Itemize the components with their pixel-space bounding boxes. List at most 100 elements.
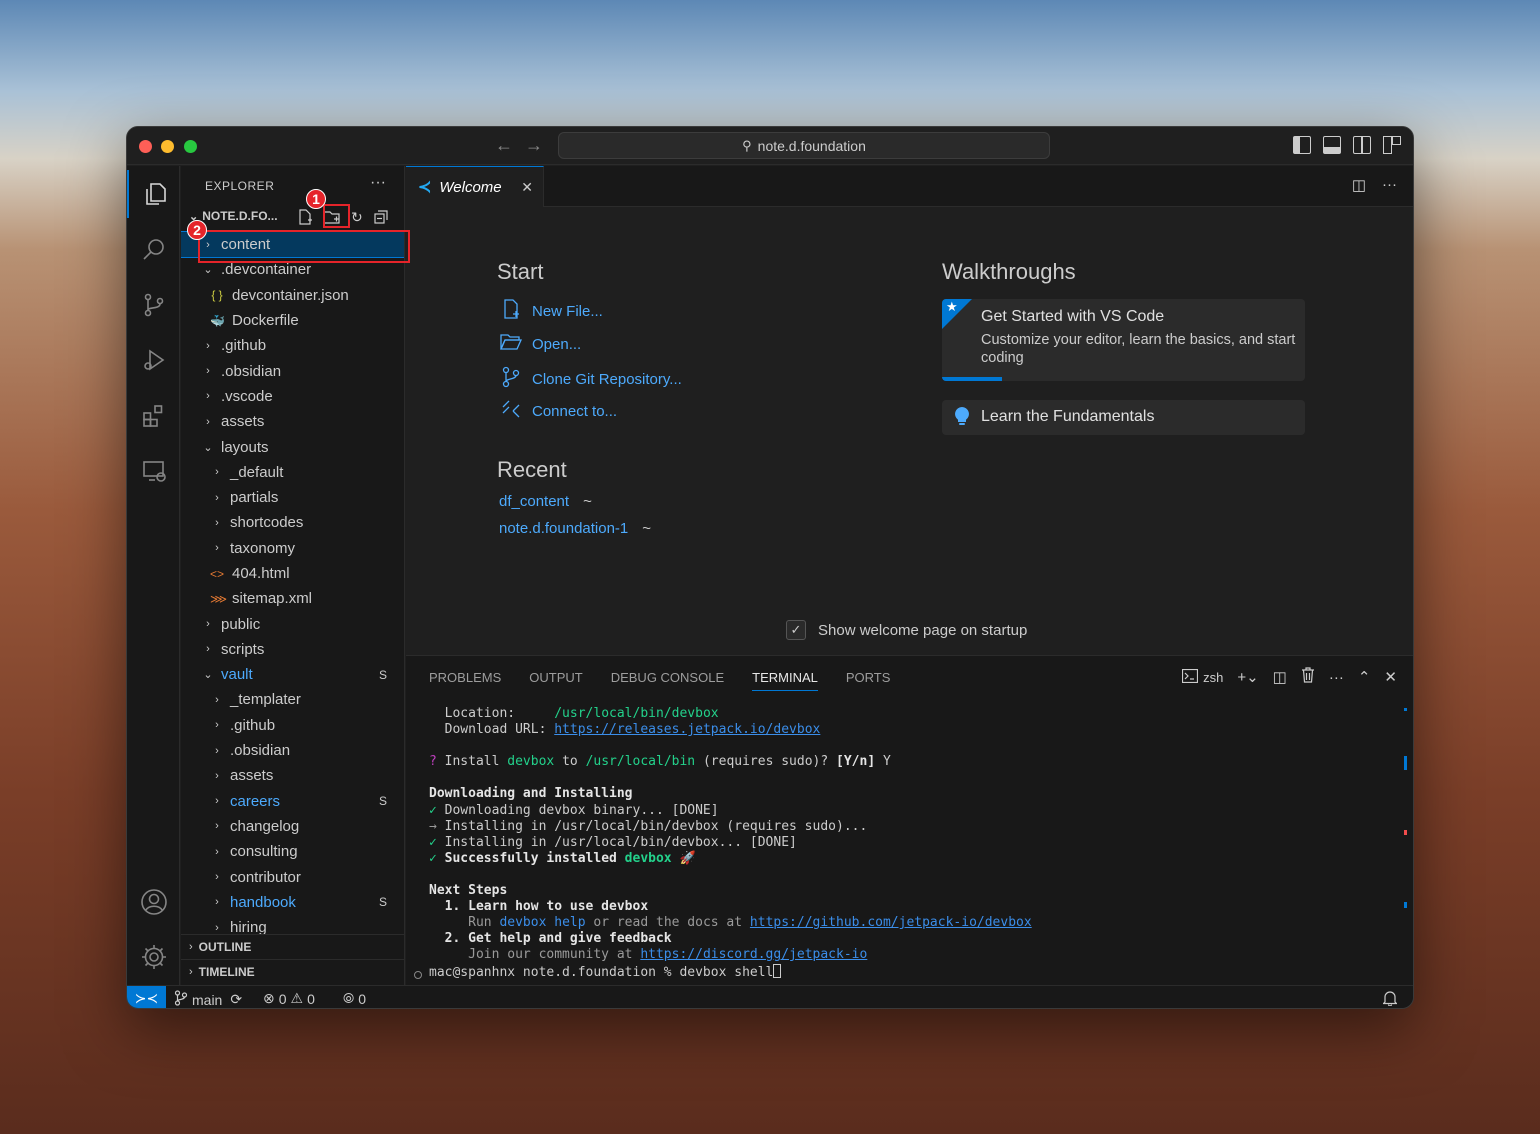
ports-indicator[interactable]: ⦾ 0	[343, 990, 366, 1007]
bottom-panel: PROBLEMS OUTPUT DEBUG CONSOLE TERMINAL P…	[406, 655, 1413, 985]
term-link[interactable]: https://github.com/jetpack-io/devbox	[750, 915, 1032, 930]
remote-indicator-icon[interactable]: ≻≺	[127, 986, 166, 1008]
tab-problems[interactable]: PROBLEMS	[429, 670, 501, 691]
tree-item[interactable]: › shortcodes	[181, 510, 404, 535]
tab-debug-console[interactable]: DEBUG CONSOLE	[611, 670, 724, 691]
tab-terminal[interactable]: TERMINAL	[752, 670, 818, 691]
clone-repo-link[interactable]: Clone Git Repository...	[500, 366, 682, 393]
branch-indicator[interactable]: main ⟳	[174, 990, 242, 1008]
recent-item-note-d-foundation-1[interactable]: note.d.foundation-1 ~	[499, 520, 651, 537]
zoom-window-button[interactable]	[184, 140, 197, 153]
tree-item[interactable]: <> 404.html	[181, 561, 404, 586]
split-terminal-icon[interactable]: ◫	[1273, 668, 1287, 686]
tree-item[interactable]: › assets	[181, 409, 404, 434]
terminal-output[interactable]: Location: /usr/local/bin/devbox Download…	[429, 706, 1389, 981]
term-text: to	[554, 754, 586, 770]
tree-item[interactable]: › .obsidian	[181, 738, 404, 763]
outline-section[interactable]: › OUTLINE	[181, 934, 404, 959]
connect-to-link[interactable]: Connect to...	[500, 399, 617, 424]
tree-item-label: changelog	[230, 817, 300, 835]
collapse-all-icon[interactable]	[373, 209, 389, 228]
activity-bar	[127, 166, 180, 985]
source-control-icon[interactable]	[127, 281, 180, 329]
tree-item[interactable]: › changelog	[181, 814, 404, 839]
tree-item[interactable]: 🐳 Dockerfile	[181, 308, 404, 333]
forward-arrow-icon[interactable]: →	[525, 135, 543, 156]
walkthrough-learn-fundamentals[interactable]: Learn the Fundamentals	[942, 400, 1305, 435]
explorer-more-icon[interactable]: ···	[370, 174, 386, 192]
tree-item[interactable]: ⋙ sitemap.xml	[181, 586, 404, 611]
tree-item[interactable]: ⌄ layouts	[181, 434, 404, 459]
term-prompt: mac@spanhnx note.d.foundation % devbox s…	[429, 964, 774, 980]
close-window-button[interactable]	[139, 140, 152, 153]
tree-item[interactable]: › taxonomy	[181, 536, 404, 561]
tree-item[interactable]: › _templater	[181, 687, 404, 712]
new-terminal-icon[interactable]: +⌄	[1237, 668, 1258, 686]
toggle-primary-sidebar-icon[interactable]	[1293, 136, 1311, 154]
tree-item-label: contributor	[230, 868, 301, 886]
new-file-link[interactable]: New File...	[500, 299, 603, 324]
new-file-icon[interactable]	[297, 209, 313, 228]
close-panel-icon[interactable]: ✕	[1384, 668, 1397, 686]
maximize-panel-icon[interactable]: ⌃	[1358, 668, 1371, 686]
editor-more-icon[interactable]: ···	[1382, 176, 1397, 194]
tree-item[interactable]: › .vscode	[181, 384, 404, 409]
tree-item[interactable]: › careers S	[181, 789, 404, 814]
tab-output[interactable]: OUTPUT	[529, 670, 582, 691]
term-link[interactable]: https://discord.gg/jetpack-io	[640, 947, 867, 962]
sync-icon[interactable]: ⟳	[230, 991, 242, 1008]
tree-item[interactable]: › public	[181, 611, 404, 636]
open-link[interactable]: Open...	[499, 333, 581, 356]
tree-item-label: sitemap.xml	[232, 590, 313, 608]
accounts-icon[interactable]	[127, 878, 180, 926]
tree-item-label: _templater	[230, 691, 301, 709]
startup-checkbox[interactable]: ✓	[786, 620, 806, 640]
show-on-startup[interactable]: ✓ Show welcome page on startup	[786, 620, 1027, 640]
toggle-panel-icon[interactable]	[1323, 136, 1341, 154]
tree-item[interactable]: › scripts	[181, 637, 404, 662]
welcome-page: Start New File... Open... Clone Git Repo…	[406, 207, 1413, 655]
back-arrow-icon[interactable]: ←	[495, 135, 513, 156]
chevron-right-icon: ›	[206, 365, 210, 378]
notifications-bell-icon[interactable]	[1383, 990, 1397, 1006]
tab-ports[interactable]: PORTS	[846, 670, 891, 691]
tree-item[interactable]: › _default	[181, 460, 404, 485]
refresh-icon[interactable]: ↻	[351, 209, 363, 228]
recent-item-df-content[interactable]: df_content ~	[499, 493, 592, 510]
problems-indicator[interactable]: ⊗ 0 ⚠ 0	[263, 990, 315, 1007]
walkthrough-get-started[interactable]: ★ Get Started with VS Code Customize you…	[942, 299, 1305, 381]
panel-more-icon[interactable]: ···	[1329, 669, 1344, 686]
command-center-search[interactable]: ⚲ note.d.foundation	[558, 132, 1050, 159]
run-debug-icon[interactable]	[127, 336, 180, 384]
tree-item[interactable]: › .github	[181, 333, 404, 358]
search-icon[interactable]	[127, 226, 180, 274]
tree-item[interactable]: ⌄ vault S	[181, 662, 404, 687]
term-text: (requires sudo)?	[695, 754, 837, 770]
manage-gear-icon[interactable]	[127, 933, 180, 981]
split-editor-icon[interactable]: ◫	[1352, 176, 1366, 194]
recent-path: ~	[642, 520, 652, 537]
term-link[interactable]: https://releases.jetpack.io/devbox	[554, 722, 820, 737]
tree-item[interactable]: › .obsidian	[181, 358, 404, 383]
close-icon[interactable]: ✕	[521, 179, 533, 196]
tree-item[interactable]: › contributor	[181, 864, 404, 889]
remote-explorer-icon[interactable]	[127, 447, 180, 495]
tree-item[interactable]: › partials	[181, 485, 404, 510]
tree-item-label: .vscode	[221, 387, 273, 405]
warning-count: 0	[307, 990, 315, 1007]
tree-item[interactable]: { } devcontainer.json	[181, 283, 404, 308]
toggle-secondary-sidebar-icon[interactable]	[1353, 136, 1371, 154]
explorer-icon[interactable]	[127, 170, 180, 218]
customize-layout-icon[interactable]	[1383, 136, 1401, 154]
timeline-section[interactable]: › TIMELINE	[181, 959, 404, 984]
extensions-icon[interactable]	[127, 392, 180, 440]
tab-welcome[interactable]: ≺ Welcome ✕	[406, 166, 544, 207]
tree-item[interactable]: › handbook S	[181, 890, 404, 915]
tree-item[interactable]: › assets	[181, 763, 404, 788]
terminal-shell-selector[interactable]: zsh	[1181, 668, 1223, 686]
minimize-window-button[interactable]	[161, 140, 174, 153]
tree-item[interactable]: › consulting	[181, 839, 404, 864]
tree-item-label: Dockerfile	[232, 312, 299, 330]
trash-icon[interactable]	[1301, 667, 1315, 687]
tree-item[interactable]: › .github	[181, 713, 404, 738]
